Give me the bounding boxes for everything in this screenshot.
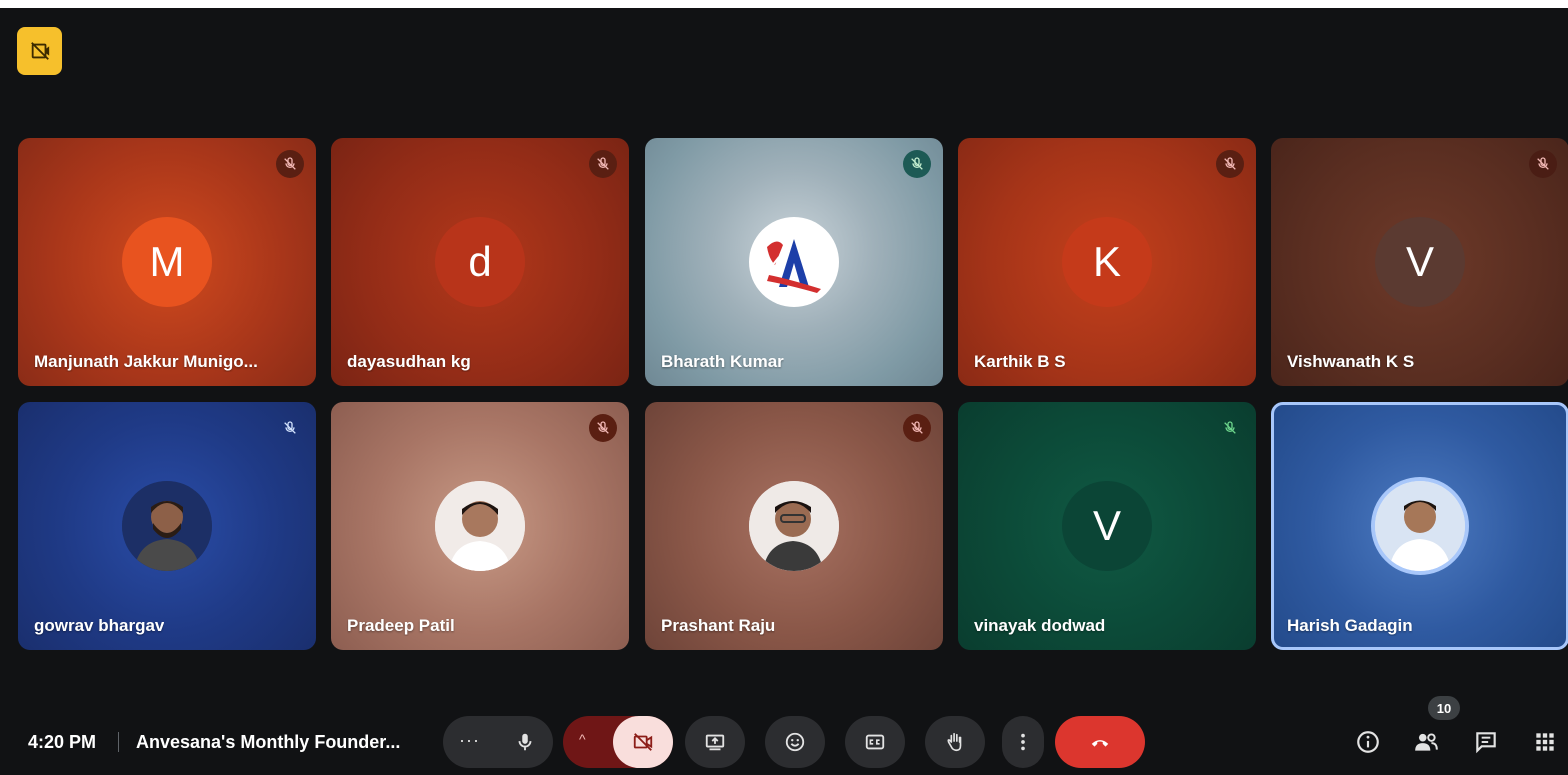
more-vert-icon xyxy=(1021,733,1025,751)
participant-tile-0[interactable]: M Manjunath Jakkur Munigo... xyxy=(18,138,316,386)
profile-photo xyxy=(749,481,839,571)
participant-name: Pradeep Patil xyxy=(347,616,455,635)
participant-tile-8[interactable]: V vinayak dodwad xyxy=(958,402,1256,650)
logo-avatar xyxy=(749,217,839,307)
present-screen-icon xyxy=(705,734,725,751)
participant-name: dayasudhan kg xyxy=(347,352,471,371)
avatar: M xyxy=(122,217,212,307)
avatar: d xyxy=(435,217,525,307)
mic-icon xyxy=(518,733,532,751)
participant-name: gowrav bhargav xyxy=(34,616,165,635)
participant-tile-6[interactable]: Pradeep Patil xyxy=(331,402,629,650)
mic-off-icon xyxy=(589,414,617,442)
participant-name: Karthik B S xyxy=(974,352,1066,371)
camera-settings-button[interactable]: ^ xyxy=(579,731,586,747)
participant-name: vinayak dodwad xyxy=(974,616,1106,635)
person-photo-icon xyxy=(435,481,525,571)
participant-name: Manjunath Jakkur Munigo... xyxy=(34,352,258,371)
mic-off-icon xyxy=(903,150,931,178)
participant-name: Prashant Raju xyxy=(661,616,776,635)
reactions-button[interactable] xyxy=(765,716,825,768)
avatar: K xyxy=(1062,217,1152,307)
participant-tile-5[interactable]: gowrav bhargav xyxy=(18,402,316,650)
audio-settings-button[interactable]: ··· xyxy=(459,730,480,751)
avatar: V xyxy=(1375,217,1465,307)
raise-hand-icon xyxy=(947,732,962,752)
emoji-icon xyxy=(785,732,805,752)
person-photo-icon xyxy=(1375,481,1465,571)
recording-off-icon xyxy=(30,42,49,60)
camera-off-icon xyxy=(633,733,653,751)
profile-photo xyxy=(122,481,212,571)
profile-photo xyxy=(435,481,525,571)
participant-name: Vishwanath K S xyxy=(1287,352,1415,371)
leave-call-button[interactable] xyxy=(1055,716,1145,768)
mic-off-icon xyxy=(1216,414,1244,442)
mic-off-icon xyxy=(276,414,304,442)
chat-icon xyxy=(1476,732,1496,754)
participant-name: Bharath Kumar xyxy=(661,352,784,371)
camera-toggle-button[interactable] xyxy=(613,716,673,768)
meeting-stage: M Manjunath Jakkur Munigo... d dayasudha… xyxy=(0,8,1568,775)
profile-photo xyxy=(1375,481,1465,571)
mic-off-icon xyxy=(903,414,931,442)
participant-tile-7[interactable]: Prashant Raju xyxy=(645,402,943,650)
activities-button[interactable] xyxy=(1525,722,1565,762)
divider xyxy=(118,732,119,752)
chat-button[interactable] xyxy=(1466,722,1506,762)
people-button[interactable] xyxy=(1406,722,1446,762)
raise-hand-button[interactable] xyxy=(925,716,985,768)
recording-badge[interactable] xyxy=(17,27,62,75)
captions-button[interactable] xyxy=(845,716,905,768)
mic-toggle-button[interactable] xyxy=(503,720,547,764)
mic-off-icon xyxy=(1216,150,1244,178)
participant-tile-3[interactable]: K Karthik B S xyxy=(958,138,1256,386)
mic-off-icon xyxy=(276,150,304,178)
participant-tile-4[interactable]: V Vishwanath K S xyxy=(1271,138,1568,386)
apps-grid-icon xyxy=(1536,733,1554,751)
more-options-button[interactable] xyxy=(1002,716,1044,768)
person-photo-icon xyxy=(122,481,212,571)
participant-tile-1[interactable]: d dayasudhan kg xyxy=(331,138,629,386)
call-end-icon xyxy=(1091,740,1109,747)
participant-tile-9[interactable]: Harish Gadagin xyxy=(1271,402,1568,650)
people-icon xyxy=(1415,733,1438,751)
camera-control-group: ^ xyxy=(563,716,673,768)
participant-tile-2[interactable]: Bharath Kumar xyxy=(645,138,943,386)
info-icon xyxy=(1357,731,1379,753)
person-photo-icon xyxy=(749,481,839,571)
avatar: V xyxy=(1062,481,1152,571)
captions-icon xyxy=(865,734,885,750)
meeting-details-button[interactable] xyxy=(1348,722,1388,762)
mic-off-icon xyxy=(589,150,617,178)
company-logo-icon xyxy=(767,239,821,293)
participant-count-badge: 10 xyxy=(1428,696,1460,720)
meeting-title: Anvesana's Monthly Founder... xyxy=(136,732,401,752)
meeting-clock: 4:20 PM xyxy=(28,732,97,752)
mic-control-group: ··· xyxy=(443,716,553,768)
present-screen-button[interactable] xyxy=(685,716,745,768)
mic-off-icon xyxy=(1529,150,1557,178)
meeting-control-bar: 4:20 PM Anvesana's Monthly Founder... ··… xyxy=(0,696,1568,775)
participant-name: Harish Gadagin xyxy=(1287,616,1413,635)
